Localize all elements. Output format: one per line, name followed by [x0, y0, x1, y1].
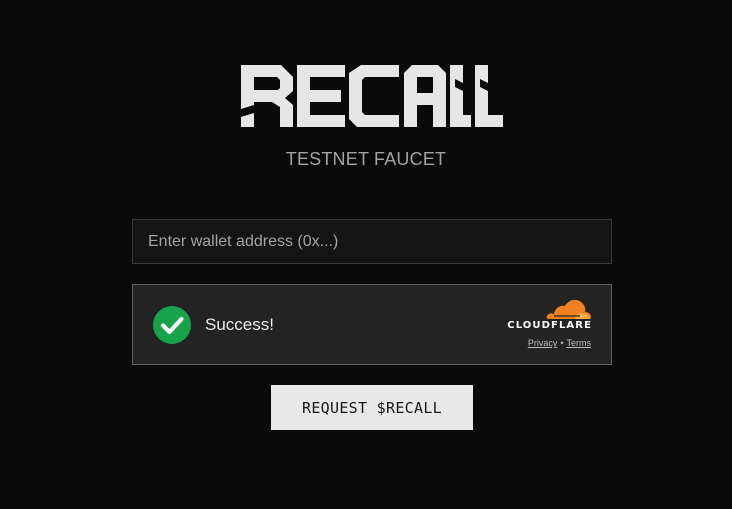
page-subtitle: TESTNET FAUCET [285, 149, 447, 169]
captcha-widget[interactable]: Success! CLOUDFLARE Privacy • Terms [132, 284, 612, 365]
cloudflare-cloud-icon [546, 299, 591, 319]
terms-link[interactable]: Terms [567, 338, 592, 348]
captcha-status-text: Success! [205, 315, 274, 334]
recall-logo-icon [241, 65, 503, 127]
check-circle-icon [153, 306, 191, 344]
link-separator: • [560, 338, 564, 348]
privacy-link[interactable]: Privacy [528, 338, 558, 348]
request-recall-button[interactable]: REQUEST $RECALL [271, 385, 473, 430]
faucet-page: TESTNET FAUCET Success! CLOUDFLARE Priva… [0, 0, 732, 509]
wallet-address-input[interactable] [132, 219, 612, 264]
recall-logo [241, 65, 503, 127]
cloudflare-wordmark: CLOUDFLARE [507, 320, 592, 331]
captcha-links: Privacy • Terms [528, 338, 591, 348]
